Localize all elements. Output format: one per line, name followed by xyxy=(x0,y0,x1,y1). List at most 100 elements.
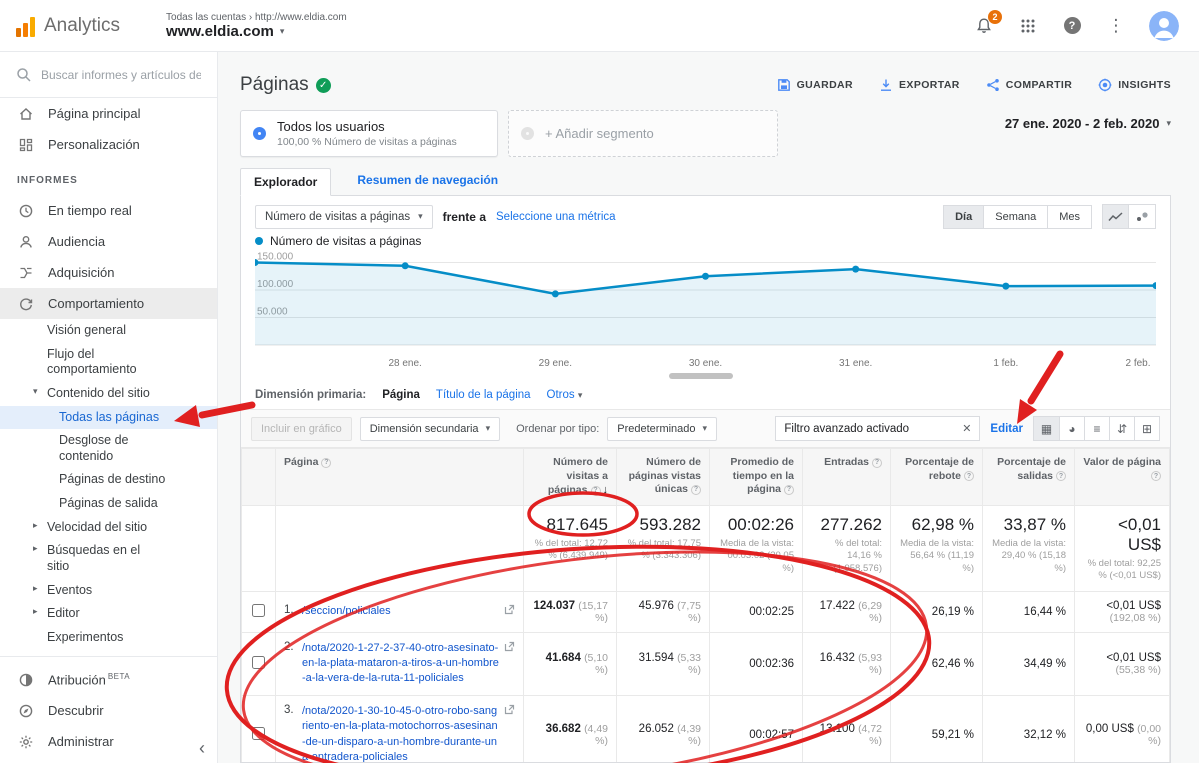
account-selector[interactable]: Todas las cuentas › http://www.eldia.com… xyxy=(166,12,347,40)
sidebar-item-label: Páginas de destino xyxy=(59,472,165,486)
sort-type-label: Ordenar por tipo: xyxy=(516,423,599,435)
column-header-avg-time[interactable]: Promedio de tiempo en la página? xyxy=(710,449,803,506)
column-header-bounce-rate[interactable]: Porcentaje de rebote? xyxy=(891,449,983,506)
sidebar-item-realtime[interactable]: En tiempo real xyxy=(0,195,217,226)
sidebar-item-exit-pages[interactable]: Páginas de salida xyxy=(0,492,217,516)
pivot-view-icon[interactable]: ⊞ xyxy=(1134,417,1159,440)
summary-bounce: 62,98 %Media de la vista: 56,64 % (11,19… xyxy=(891,505,983,591)
tab-resumen-navegacion[interactable]: Resumen de navegación xyxy=(357,173,498,195)
column-header-page-value[interactable]: Valor de página? xyxy=(1075,449,1170,506)
sidebar-item-overview[interactable]: Visión general xyxy=(0,319,217,343)
granularity-day-button[interactable]: Día xyxy=(943,205,984,229)
plot-rows-button[interactable]: Incluir en gráfico xyxy=(251,417,352,441)
date-range-selector[interactable]: 27 ene. 2020 - 2 feb. 2020 ▾ xyxy=(1005,116,1171,131)
row-checkbox[interactable] xyxy=(252,656,265,669)
dimension-page-selected[interactable]: Página xyxy=(382,389,420,401)
table-row: 3./nota/2020-1-30-10-45-0-otro-robo-sang… xyxy=(242,695,1170,762)
sidebar-item-home[interactable]: Página principal xyxy=(0,98,217,129)
sidebar-item-site-content[interactable]: ▾ Contenido del sitio xyxy=(0,382,217,406)
select-metric-link[interactable]: Seleccione una métrica xyxy=(496,211,616,223)
sidebar-item-label: Todas las páginas xyxy=(59,410,159,424)
performance-view-icon[interactable]: ≡ xyxy=(1084,417,1109,440)
dimension-page-title-link[interactable]: Título de la página xyxy=(436,389,531,401)
column-header-unique-pageviews[interactable]: Número de páginas vistas únicas? xyxy=(617,449,710,506)
column-header-visits[interactable]: Número de visitas a páginas?↓ xyxy=(524,449,617,506)
summary-avg-time: 00:02:26Media de la vista: 00:03:02 (20,… xyxy=(710,505,803,591)
sidebar-item-label: Velocidad del sitio xyxy=(47,520,147,534)
granularity-month-button[interactable]: Mes xyxy=(1048,205,1092,229)
data-table-view-icon[interactable]: ▦ xyxy=(1034,417,1059,440)
export-button[interactable]: EXPORTAR xyxy=(879,78,960,92)
sidebar-item-landing-pages[interactable]: Páginas de destino xyxy=(0,468,217,492)
sidebar-item-site-speed[interactable]: ▸ Velocidad del sitio xyxy=(0,516,217,540)
remove-filter-button[interactable]: ✕ xyxy=(962,422,971,435)
tab-explorador[interactable]: Explorador xyxy=(240,168,331,196)
beta-badge: BETA xyxy=(108,672,130,681)
tab-label: Explorador xyxy=(254,175,317,189)
search-input[interactable] xyxy=(41,68,201,82)
column-header-exit-rate[interactable]: Porcentaje de salidas? xyxy=(983,449,1075,506)
secondary-dimension-dropdown[interactable]: Dimensión secundaria ▾ xyxy=(360,417,500,441)
chevron-right-icon: ▸ xyxy=(33,583,38,594)
property-selector[interactable]: www.eldia.com ▾ xyxy=(166,23,347,40)
page-link[interactable]: /nota/2020-1-30-10-45-0-otro-robo-sangri… xyxy=(302,704,499,762)
page-link[interactable]: /seccion/policiales xyxy=(302,604,499,619)
column-header-page[interactable]: Página? xyxy=(276,449,524,506)
sidebar-item-content-drilldown[interactable]: Desglose de contenido xyxy=(0,429,217,468)
sidebar-item-audience[interactable]: Audiencia xyxy=(0,226,217,257)
more-options-button[interactable]: ⋮ xyxy=(1105,15,1127,37)
notifications-button[interactable]: 2 xyxy=(973,15,995,37)
sidebar-item-customization[interactable]: Personalización xyxy=(0,129,217,160)
account-breadcrumb[interactable]: Todas las cuentas › http://www.eldia.com xyxy=(166,12,347,23)
metric-dropdown[interactable]: Número de visitas a páginas ▾ xyxy=(255,205,433,229)
share-button[interactable]: COMPARTIR xyxy=(986,78,1072,92)
sidebar-item-admin[interactable]: Administrar xyxy=(0,726,217,757)
sidebar-item-label: AtribuciónBETA xyxy=(48,672,130,687)
sidebar-search[interactable] xyxy=(0,52,217,98)
sidebar-item-label: Eventos xyxy=(47,583,92,597)
sort-type-dropdown[interactable]: Predeterminado ▾ xyxy=(607,417,717,441)
chart-scroll-handle[interactable] xyxy=(669,373,733,379)
motion-chart-toggle-button[interactable] xyxy=(1129,204,1156,229)
sidebar-item-attribution[interactable]: AtribuciónBETA xyxy=(0,664,217,695)
sidebar-item-behavior[interactable]: Comportamiento xyxy=(0,288,217,319)
sort-desc-icon[interactable]: ↓ xyxy=(603,484,609,496)
open-page-icon[interactable] xyxy=(504,704,515,715)
dimension-others-link[interactable]: Otros ▾ xyxy=(547,389,583,401)
analytics-logo-icon[interactable] xyxy=(16,15,35,37)
open-page-icon[interactable] xyxy=(504,641,515,652)
avatar[interactable] xyxy=(1149,11,1179,41)
help-button[interactable]: ? xyxy=(1061,15,1083,37)
page-link[interactable]: /nota/2020-1-27-2-37-40-otro-asesinato-e… xyxy=(302,641,499,687)
apps-grid-button[interactable] xyxy=(1017,15,1039,37)
edit-filter-link[interactable]: Editar xyxy=(990,423,1023,435)
sidebar-item-events[interactable]: ▸ Eventos xyxy=(0,579,217,603)
sidebar-item-acquisition[interactable]: Adquisición xyxy=(0,257,217,288)
segment-name: Todos los usuarios xyxy=(277,119,457,134)
segment-all-users[interactable]: Todos los usuarios 100,00 % Número de vi… xyxy=(240,110,498,157)
sidebar-item-publisher[interactable]: ▸ Editor xyxy=(0,602,217,626)
sidebar-item-discover[interactable]: Descubrir xyxy=(0,695,217,726)
granularity-week-button[interactable]: Semana xyxy=(984,205,1048,229)
sidebar-item-experiments[interactable]: Experimentos xyxy=(0,626,217,650)
comparison-view-icon[interactable]: ⇵ xyxy=(1109,417,1134,440)
add-segment-button[interactable]: + Añadir segmento xyxy=(508,110,778,157)
clock-icon xyxy=(17,203,34,219)
open-page-icon[interactable] xyxy=(504,604,515,615)
row-checkbox[interactable] xyxy=(252,727,265,740)
save-button[interactable]: GUARDAR xyxy=(777,78,853,92)
line-chart-toggle-button[interactable] xyxy=(1102,204,1129,229)
sidebar-item-behavior-flow[interactable]: Flujo del comportamiento xyxy=(0,343,217,382)
user-icon xyxy=(1149,11,1179,41)
sidebar-item-site-search[interactable]: ▸ Búsquedas en el sitio xyxy=(0,539,217,578)
insights-button[interactable]: INSIGHTS xyxy=(1098,78,1171,92)
svg-text:29 ene.: 29 ene. xyxy=(539,358,572,369)
column-header-entrances[interactable]: Entradas? xyxy=(803,449,891,506)
sidebar-item-all-pages[interactable]: Todas las páginas xyxy=(0,406,217,430)
percentage-view-icon[interactable]: ◕ xyxy=(1059,417,1084,440)
collapse-sidebar-button[interactable]: ‹ xyxy=(199,738,205,759)
insights-label: INSIGHTS xyxy=(1118,79,1171,91)
svg-text:30 ene.: 30 ene. xyxy=(689,358,722,369)
visits-line-chart[interactable]: 50.000100.000150.00028 ene.29 ene.30 ene… xyxy=(255,252,1156,372)
row-checkbox[interactable] xyxy=(252,604,265,617)
